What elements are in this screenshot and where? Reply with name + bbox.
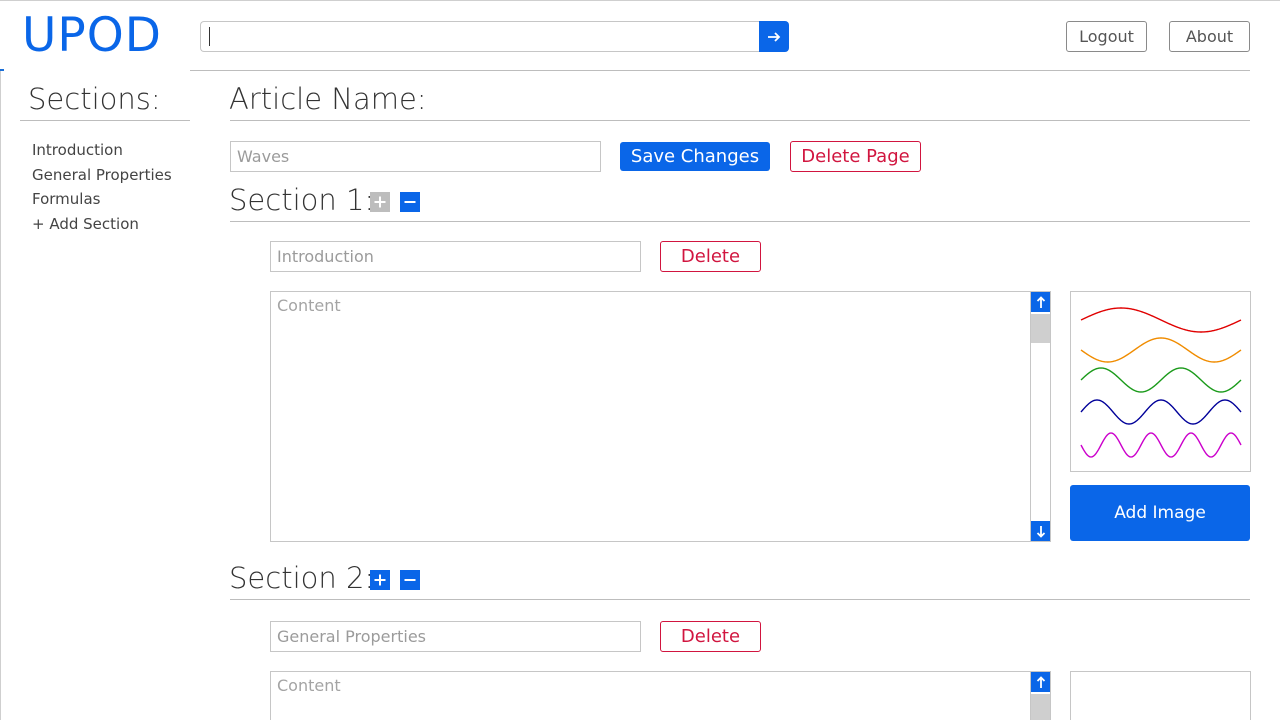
plus-square-icon xyxy=(374,196,386,208)
section-2-name-input[interactable] xyxy=(270,621,641,652)
section-1-heading: Section 1: xyxy=(229,183,375,217)
save-changes-button[interactable]: Save Changes xyxy=(620,142,770,171)
header-divider xyxy=(190,70,1250,71)
sidebar-item-general-properties[interactable]: General Properties xyxy=(32,164,172,189)
about-button[interactable]: About xyxy=(1169,21,1250,52)
content-placeholder: Content xyxy=(277,676,341,695)
minus-square-icon xyxy=(404,579,416,581)
section-1-image xyxy=(1070,291,1251,472)
sidebar-item-introduction[interactable]: Introduction xyxy=(32,139,172,164)
left-border xyxy=(0,70,1,720)
scroll-thumb[interactable] xyxy=(1031,314,1050,343)
scroll-thumb[interactable] xyxy=(1031,694,1050,720)
section-2-heading: Section 2: xyxy=(229,561,375,595)
sine-waves-image xyxy=(1080,307,1242,458)
scroll-up-button[interactable] xyxy=(1031,292,1050,312)
section-1-divider xyxy=(230,221,1250,222)
section-2-image-placeholder xyxy=(1070,671,1251,720)
section-1-delete-button[interactable]: Delete xyxy=(660,241,761,272)
section-2-content-textarea[interactable]: Content xyxy=(270,671,1051,720)
section-1-content-textarea[interactable]: Content xyxy=(270,291,1051,542)
wave-line xyxy=(1080,367,1242,393)
arrow-down-icon xyxy=(1036,525,1045,538)
arrow-up-icon xyxy=(1036,295,1045,308)
minus-square-icon xyxy=(404,201,416,203)
section-2-divider xyxy=(230,599,1250,600)
scroll-down-button[interactable] xyxy=(1031,521,1050,541)
arrow-up-icon xyxy=(1036,675,1045,688)
add-section-button[interactable] xyxy=(370,192,390,212)
wave-line xyxy=(1080,307,1242,333)
text-caret xyxy=(209,27,210,46)
top-border xyxy=(0,0,1280,1)
wave-line xyxy=(1080,337,1242,363)
logout-button[interactable]: Logout xyxy=(1066,21,1147,52)
search-input[interactable] xyxy=(200,21,760,52)
article-name-heading: Article Name: xyxy=(229,82,427,116)
content-scrollbar[interactable] xyxy=(1030,672,1050,720)
section-2-delete-button[interactable]: Delete xyxy=(660,621,761,652)
add-image-button[interactable]: Add Image xyxy=(1070,485,1250,541)
wave-line xyxy=(1080,399,1242,425)
arrow-right-icon xyxy=(768,31,781,42)
section-1-name-input[interactable] xyxy=(270,241,641,272)
article-divider xyxy=(230,120,1250,121)
scroll-up-button[interactable] xyxy=(1031,672,1050,692)
remove-section-button[interactable] xyxy=(400,192,420,212)
app-logo[interactable]: UPOD xyxy=(22,8,162,64)
sidebar-add-section-link[interactable]: + Add Section xyxy=(32,213,172,238)
sidebar-section-list: Introduction General Properties Formulas… xyxy=(32,139,172,237)
left-accent-tick xyxy=(0,69,4,71)
article-name-input[interactable] xyxy=(230,141,601,172)
sidebar-item-formulas[interactable]: Formulas xyxy=(32,188,172,213)
content-placeholder: Content xyxy=(277,296,341,315)
content-scrollbar[interactable] xyxy=(1030,292,1050,541)
search-submit-button[interactable] xyxy=(759,21,789,52)
sidebar-title: Sections: xyxy=(28,82,161,116)
remove-section-button[interactable] xyxy=(400,570,420,590)
sidebar-divider xyxy=(20,120,190,121)
plus-square-icon xyxy=(374,574,386,586)
delete-page-button[interactable]: Delete Page xyxy=(790,141,921,172)
add-section-button[interactable] xyxy=(370,570,390,590)
wave-line xyxy=(1080,432,1242,458)
